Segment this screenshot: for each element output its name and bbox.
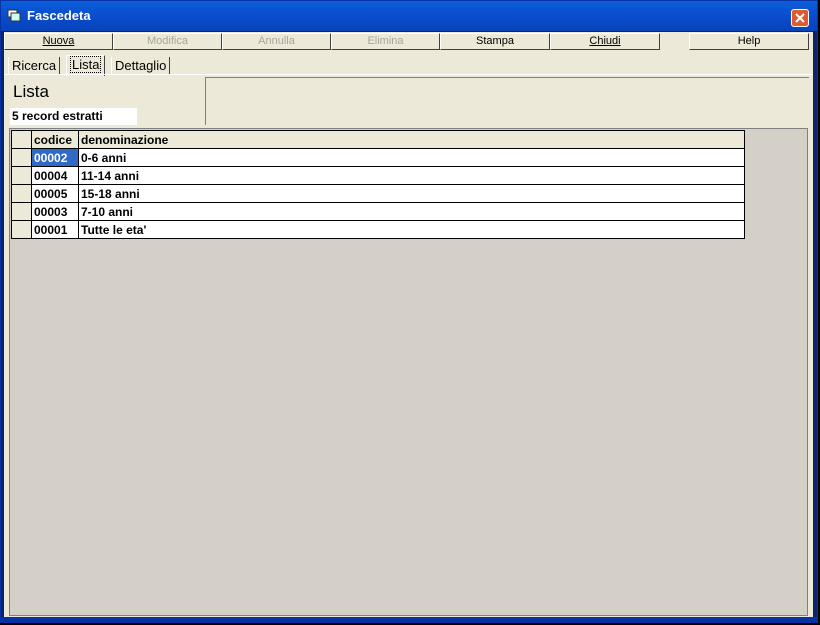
- modifica-button[interactable]: Modifica: [113, 33, 222, 50]
- cell-denominazione[interactable]: 15-18 anni: [78, 184, 745, 203]
- row-selector[interactable]: [11, 220, 32, 239]
- tab-divider: [4, 74, 813, 75]
- table-row[interactable]: 00002 0-6 anni: [11, 148, 745, 167]
- cell-denominazione[interactable]: 7-10 anni: [78, 202, 745, 221]
- window-title: Fascedeta: [27, 8, 91, 23]
- row-selector[interactable]: [11, 184, 32, 203]
- cell-codice[interactable]: 00003: [31, 202, 79, 221]
- app-window: Fascedeta Nuova Modifica Annulla Elimina…: [0, 0, 818, 623]
- table-row[interactable]: 00004 11-14 anni: [11, 166, 745, 185]
- elimina-button[interactable]: Elimina: [331, 33, 440, 50]
- cell-denominazione[interactable]: 11-14 anni: [78, 166, 745, 185]
- app-icon: [7, 9, 21, 22]
- help-button[interactable]: Help: [689, 33, 809, 50]
- cell-codice[interactable]: 00001: [31, 220, 79, 239]
- record-count: 5 record estratti: [10, 108, 137, 125]
- window-bottom-border: [1, 617, 817, 623]
- chiudi-button[interactable]: Chiudi: [550, 33, 660, 50]
- tab-lista[interactable]: Lista: [66, 55, 106, 76]
- client-area: Nuova Modifica Annulla Elimina Stampa Ch…: [4, 32, 813, 617]
- table-header-row: codice denominazione: [11, 130, 745, 149]
- cell-codice[interactable]: 00002: [31, 148, 79, 167]
- tab-strip: Ricerca Lista Dettaglio: [4, 54, 813, 76]
- tab-ricerca[interactable]: Ricerca: [8, 57, 61, 74]
- table-row[interactable]: 00003 7-10 anni: [11, 202, 745, 221]
- cell-denominazione[interactable]: 0-6 anni: [78, 148, 745, 167]
- row-selector[interactable]: [11, 202, 32, 221]
- panel-title: Lista: [13, 82, 49, 101]
- stampa-button[interactable]: Stampa: [440, 33, 550, 50]
- info-box: [205, 77, 809, 125]
- close-icon: [795, 13, 805, 23]
- annulla-button[interactable]: Annulla: [222, 33, 331, 50]
- row-selector[interactable]: [11, 148, 32, 167]
- tab-lista-label: Lista: [70, 56, 102, 73]
- table-row[interactable]: 00005 15-18 anni: [11, 184, 745, 203]
- table-row[interactable]: 00001 Tutte le eta': [11, 220, 745, 239]
- data-grid: codice denominazione 00002 0-6 anni 0000…: [9, 128, 808, 616]
- nuova-button[interactable]: Nuova: [4, 33, 113, 50]
- records-table: codice denominazione 00002 0-6 anni 0000…: [11, 130, 745, 239]
- toolbar: Nuova Modifica Annulla Elimina Stampa Ch…: [4, 33, 813, 50]
- title-bar[interactable]: Fascedeta: [1, 1, 817, 31]
- cell-codice[interactable]: 00004: [31, 166, 79, 185]
- row-selector[interactable]: [11, 166, 32, 185]
- tab-dettaglio[interactable]: Dettaglio: [111, 57, 171, 74]
- column-header-codice[interactable]: codice: [31, 130, 79, 149]
- row-selector-header[interactable]: [11, 130, 32, 149]
- close-button[interactable]: [791, 9, 809, 27]
- column-header-denominazione[interactable]: denominazione: [78, 130, 745, 149]
- cell-codice[interactable]: 00005: [31, 184, 79, 203]
- cell-denominazione[interactable]: Tutte le eta': [78, 220, 745, 239]
